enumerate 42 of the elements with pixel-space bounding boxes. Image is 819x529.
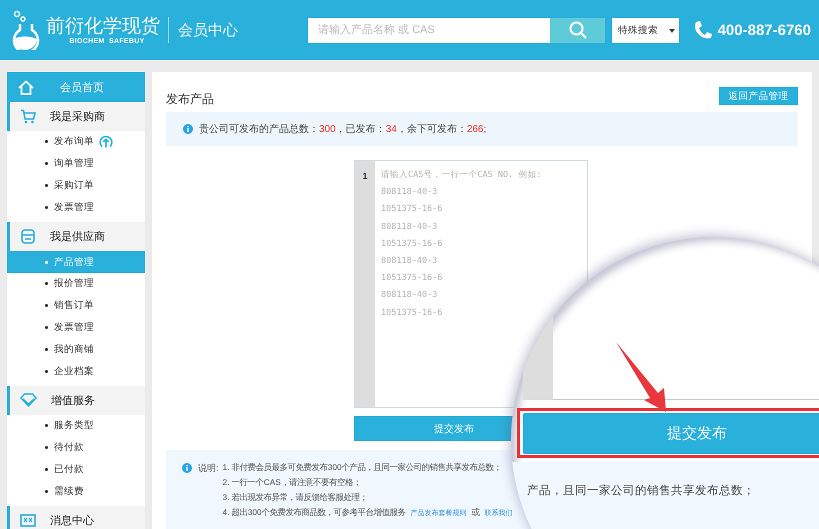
- notes-label: 说明:: [198, 462, 219, 475]
- sidebar-section-header[interactable]: 消息中心: [7, 506, 145, 529]
- sidebar-section-header[interactable]: 我是供应商: [7, 222, 145, 252]
- logo-title: 前衍化学现货: [46, 16, 160, 38]
- info-icon: [183, 124, 193, 134]
- quota-text: 贵公司可发布的产品总数：300，已发布：34，余下可发布：266;: [199, 122, 486, 136]
- sidebar-item[interactable]: 企业档案: [7, 360, 145, 382]
- search-field[interactable]: 请输入产品名称 或 CAS: [308, 18, 550, 42]
- phone-number: 400-887-6760: [718, 22, 811, 38]
- line-number: 1: [362, 171, 368, 182]
- sidebar-item[interactable]: 发票管理: [7, 316, 145, 338]
- note-text: 产品，且同一家公司的销售共享发布总数；: [527, 483, 755, 498]
- store-icon: [20, 229, 36, 244]
- sidebar-item[interactable]: 待付款: [7, 436, 145, 459]
- sidebar-item[interactable]: 需续费: [7, 480, 145, 502]
- house-icon: [18, 80, 34, 94]
- note-text: 或: [472, 507, 480, 518]
- sidebar-item[interactable]: 已付款: [7, 458, 145, 480]
- section-title: 会员中心: [178, 20, 238, 40]
- cart-icon: [20, 109, 36, 124]
- sidebar-item[interactable]: 报价管理: [7, 272, 145, 295]
- sidebar-section-header[interactable]: 我是采购商: [7, 102, 145, 131]
- note-text: 2. 一行一个CAS，请注意不要有空格；: [222, 477, 361, 488]
- sidebar-item[interactable]: 服务类型: [7, 414, 145, 437]
- page-title: 发布产品: [166, 90, 214, 108]
- sidebar-section-header[interactable]: 增值服务: [7, 386, 145, 415]
- sidebar-item[interactable]: 询单管理: [7, 152, 145, 175]
- info-icon: [182, 463, 192, 473]
- note-text: 1. 非付费会员最多可免费发布300个产品，且同一家公司的销售共享发布总数；: [222, 462, 502, 473]
- note-text: 4. 超出300个免费发布商品数，可参考平台增值服务: [222, 507, 406, 518]
- message-icon: [20, 514, 36, 528]
- upload-icon: [99, 134, 113, 149]
- sidebar-item[interactable]: 我的商铺: [7, 338, 145, 360]
- note-text: 3. 若出现发布异常，请反馈给客服处理；: [222, 492, 368, 503]
- search-button[interactable]: [550, 18, 605, 42]
- diamond-icon: [20, 393, 37, 408]
- sidebar-item[interactable]: 发票管理: [7, 196, 145, 218]
- sidebar-item[interactable]: 发布询单: [7, 131, 145, 153]
- sidebar-item[interactable]: 采购订单: [7, 174, 145, 196]
- search-type-select[interactable]: 特殊搜索: [612, 18, 679, 42]
- sidebar-item[interactable]: 销售订单: [7, 294, 145, 317]
- search-icon: [568, 21, 586, 39]
